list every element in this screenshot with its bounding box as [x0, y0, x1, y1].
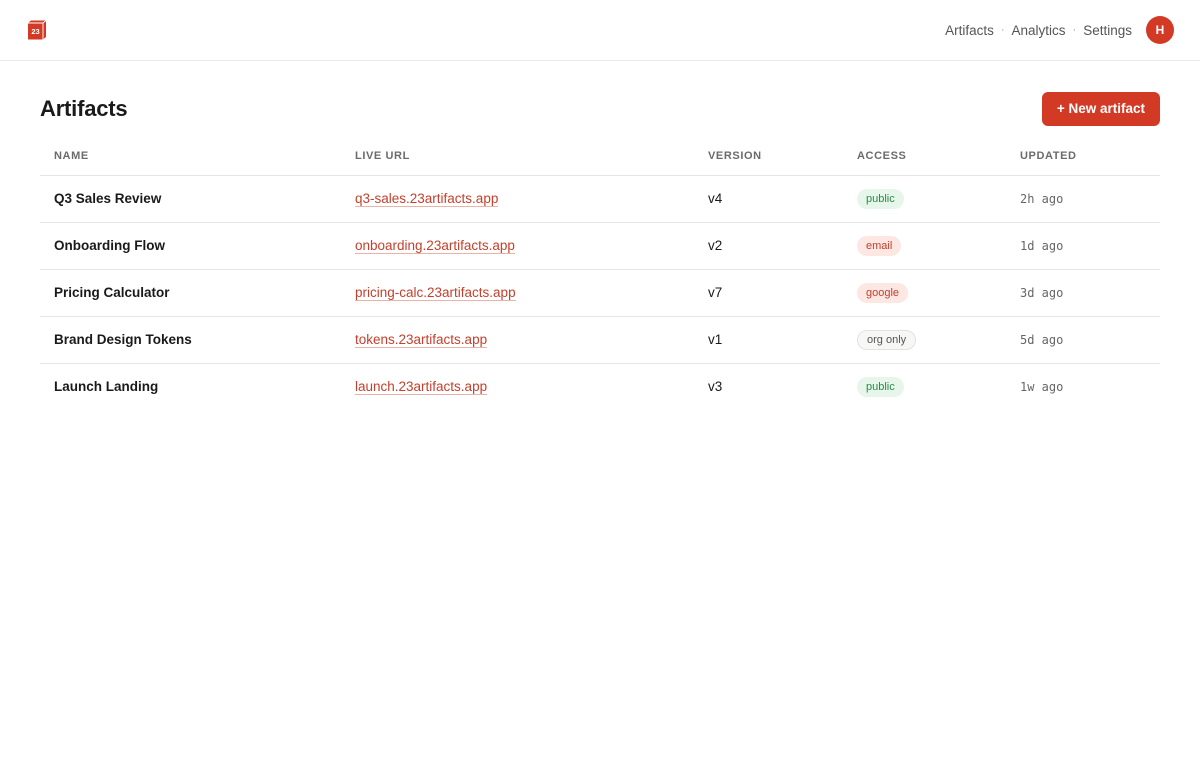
access-badge: google [857, 282, 909, 303]
live-url-link[interactable]: launch.23artifacts.app [355, 379, 488, 396]
table-row[interactable]: Launch Landing launch.23artifacts.app v3… [40, 363, 1160, 410]
main-content: Artifacts + New artifact NAME LIVE URL V… [0, 61, 1200, 410]
version-label: v7 [708, 285, 723, 300]
version-label: v3 [708, 379, 723, 395]
artifacts-table: NAME LIVE URL VERSION ACCESS UPDATED Q3 … [40, 137, 1160, 410]
table-row[interactable]: Pricing Calculator pricing-calc.23artifa… [40, 269, 1160, 317]
nav-link-settings[interactable]: Settings [1083, 23, 1132, 38]
updated-time: 1w ago [1020, 380, 1064, 395]
title-row: Artifacts + New artifact [40, 91, 1160, 126]
live-url-link[interactable]: tokens.23artifacts.app [355, 332, 488, 348]
version-label: v4 [708, 191, 723, 206]
artifact-name[interactable]: Launch Landing [54, 379, 158, 394]
updated-time: 5d ago [1020, 333, 1064, 347]
table-row[interactable]: Brand Design Tokens tokens.23artifacts.a… [40, 316, 1160, 364]
access-badge: email [857, 235, 902, 256]
live-url-link[interactable]: onboarding.23artifacts.app [355, 238, 515, 254]
page-title: Artifacts [40, 95, 128, 121]
access-badge: public [857, 188, 904, 209]
artifact-name[interactable]: Q3 Sales Review [54, 191, 161, 206]
version-label: v1 [708, 332, 723, 347]
artifact-name[interactable]: Pricing Calculator [54, 285, 170, 300]
access-badge: public [857, 376, 904, 397]
nav-link-analytics[interactable]: Analytics [1012, 23, 1066, 38]
table-row[interactable]: Onboarding Flow onboarding.23artifacts.a… [40, 222, 1160, 270]
live-url-link[interactable]: q3-sales.23artifacts.app [355, 191, 499, 207]
column-header-version[interactable]: VERSION [708, 137, 857, 176]
user-avatar[interactable]: H [1146, 16, 1174, 44]
nav-link-artifacts[interactable]: Artifacts [945, 23, 994, 38]
nav-separator: · [1072, 24, 1077, 36]
column-header-name[interactable]: NAME [40, 137, 355, 176]
artifact-name[interactable]: Brand Design Tokens [54, 332, 192, 347]
version-label: v2 [708, 238, 723, 253]
updated-time: 2h ago [1020, 192, 1064, 206]
new-artifact-button[interactable]: + New artifact [1041, 91, 1160, 126]
column-header-updated[interactable]: UPDATED [1020, 137, 1160, 176]
top-nav: Artifacts · Analytics · Settings H [945, 16, 1174, 44]
top-header: 23 Artifacts · Analytics · Settings H [0, 0, 1200, 61]
nav-separator: · [1000, 24, 1005, 36]
access-badge: org only [857, 329, 917, 350]
app-logo-icon[interactable]: 23 [26, 19, 48, 41]
updated-time: 1d ago [1020, 239, 1064, 253]
table-row[interactable]: Q3 Sales Review q3-sales.23artifacts.app… [40, 175, 1160, 223]
live-url-link[interactable]: pricing-calc.23artifacts.app [355, 285, 516, 301]
column-header-live-url[interactable]: LIVE URL [355, 137, 708, 176]
column-header-access[interactable]: ACCESS [857, 137, 1020, 176]
table-header-row: NAME LIVE URL VERSION ACCESS UPDATED [40, 137, 1160, 176]
updated-time: 3d ago [1020, 286, 1064, 300]
artifact-name[interactable]: Onboarding Flow [54, 238, 165, 253]
logo-text: 23 [31, 27, 39, 36]
